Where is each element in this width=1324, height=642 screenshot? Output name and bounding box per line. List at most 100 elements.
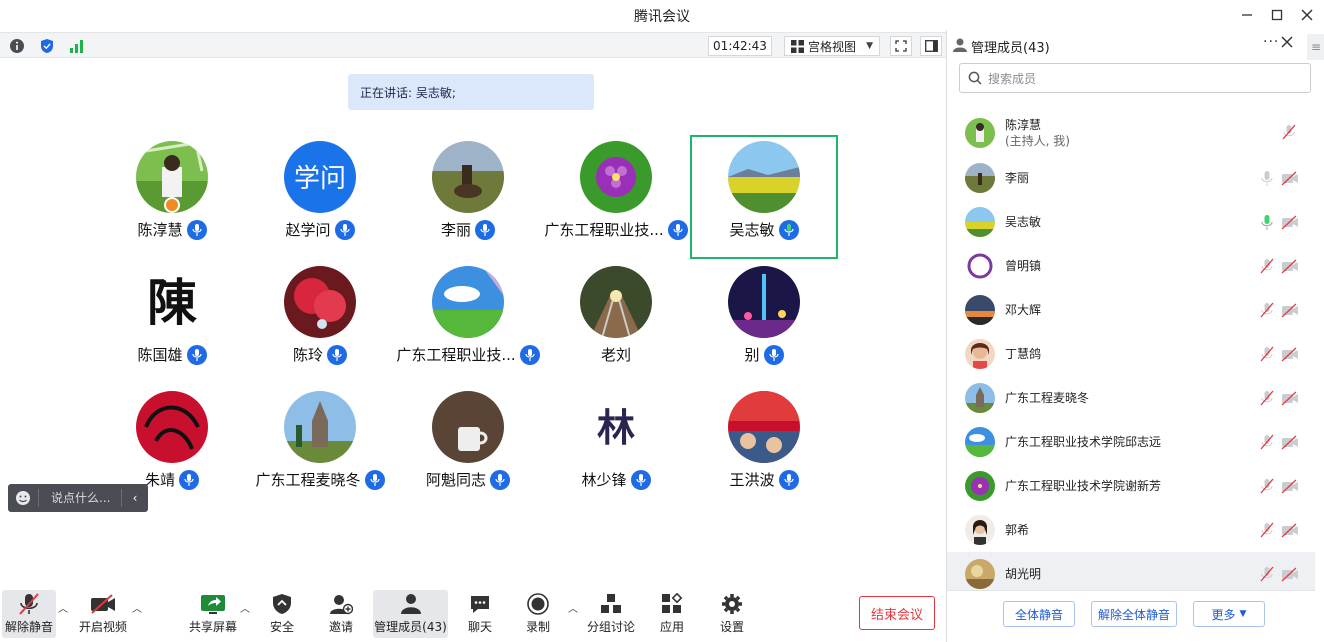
shield-icon[interactable] (38, 37, 56, 55)
invite-button[interactable]: 邀请 (320, 590, 362, 638)
share-screen-icon (200, 590, 226, 618)
apps-button[interactable]: 应用 (652, 590, 692, 638)
settings-button[interactable]: 设置 (712, 590, 752, 638)
camera-off-icon[interactable] (1281, 478, 1299, 494)
mic-muted-icon[interactable] (1281, 124, 1297, 140)
mic-muted-icon[interactable] (1259, 302, 1275, 318)
record-button[interactable]: 录制 (518, 590, 558, 638)
participant-name: 陈国雄 (137, 346, 183, 364)
participant-tile[interactable]: 广东工程职业技... (394, 260, 542, 384)
participant-tile[interactable]: 林 林少锋 (542, 385, 690, 509)
participant-tile-active-speaker[interactable]: 吴志敏 (690, 135, 838, 259)
mic-muted-icon[interactable] (1259, 434, 1275, 450)
camera-off-icon[interactable] (1281, 522, 1299, 538)
member-row[interactable]: 郭希 (947, 508, 1315, 552)
camera-off-icon[interactable] (1281, 390, 1299, 406)
info-icon[interactable] (8, 37, 26, 55)
mic-muted-icon[interactable] (1259, 390, 1275, 406)
close-panel-icon[interactable] (1281, 36, 1293, 52)
member-row[interactable]: 吴志敏 (947, 200, 1315, 244)
mic-on-icon (475, 219, 495, 240)
participant-tile[interactable]: 王洪波 (690, 385, 838, 509)
more-options-icon[interactable]: ··· (1263, 34, 1279, 50)
chevron-up-icon[interactable]: ︿ (58, 600, 68, 615)
search-placeholder: 搜索成员 (988, 71, 1037, 86)
quick-chat-input[interactable]: 说点什么... ‹ (8, 484, 148, 512)
chat-placeholder[interactable]: 说点什么... (38, 489, 122, 507)
signal-icon[interactable] (68, 37, 86, 55)
share-screen-button[interactable]: 共享屏幕 (186, 590, 240, 638)
participant-tile[interactable]: 陳 陈国雄 (98, 260, 246, 384)
participant-tile[interactable]: 李丽 (394, 135, 542, 259)
member-row[interactable]: 陈淳慧 (主持人, 我) (947, 110, 1315, 156)
member-row[interactable]: 广东工程麦晓冬 (947, 376, 1315, 420)
member-row[interactable]: 广东工程职业技术学院谢新芳 (947, 464, 1315, 508)
end-meeting-button[interactable]: 结束会议 (859, 596, 935, 630)
member-list: 陈淳慧 (主持人, 我) 李丽 吴志敏 曾明镇 邓大辉 丁慧鸽 广东工程麦晓冬 … (947, 110, 1315, 596)
camera-off-icon[interactable] (1281, 170, 1299, 186)
member-row[interactable]: 广东工程职业技术学院邱志远 (947, 420, 1315, 464)
participant-tile[interactable]: 广东工程麦晓冬 (246, 385, 394, 509)
participant-name: 林少锋 (581, 471, 627, 489)
participant-tile[interactable]: 学问 赵学问 (246, 135, 394, 259)
participant-tile[interactable]: 陈淳慧 (98, 135, 246, 259)
avatar (965, 251, 995, 281)
members-icon (953, 38, 967, 52)
member-name: 广东工程职业技术学院邱志远 (1005, 435, 1162, 449)
more-button[interactable]: 更多 ▼ (1193, 601, 1265, 627)
menu-icon[interactable]: ≡ (1307, 34, 1324, 60)
member-row[interactable]: 丁慧鸽 (947, 332, 1315, 376)
member-search-input[interactable]: 搜索成员 (959, 63, 1311, 93)
camera-off-icon[interactable] (1281, 346, 1299, 362)
chevron-up-icon[interactable]: ︿ (132, 600, 142, 615)
member-name: 丁慧鸽 (1005, 347, 1042, 361)
mic-muted-icon[interactable] (1259, 258, 1275, 274)
breakout-button[interactable]: 分组讨论 (586, 590, 636, 638)
participant-tile[interactable]: 广东工程职业技... (542, 135, 690, 259)
mic-on-icon (519, 344, 540, 365)
chat-button[interactable]: 聊天 (460, 590, 500, 638)
chevron-up-icon[interactable]: ︿ (568, 600, 578, 615)
mute-all-button[interactable]: 全体静音 (1003, 601, 1075, 627)
manage-members-button[interactable]: 管理成员(43) (373, 590, 448, 638)
member-row[interactable]: 李丽 (947, 156, 1315, 200)
record-label: 录制 (525, 620, 550, 634)
mic-muted-icon[interactable] (1259, 566, 1275, 582)
camera-off-icon (90, 590, 116, 618)
security-button[interactable]: 安全 (262, 590, 302, 638)
member-name: 陈淳慧 (1005, 118, 1042, 132)
participant-tile[interactable]: 阿魁同志 (394, 385, 542, 509)
mic-on-icon (186, 219, 207, 240)
sidebar-toggle-button[interactable] (920, 36, 942, 56)
mic-idle-icon[interactable] (1259, 170, 1275, 186)
camera-off-icon[interactable] (1281, 214, 1299, 230)
fullscreen-button[interactable] (890, 36, 912, 56)
chevron-up-icon[interactable]: ︿ (240, 600, 250, 615)
close-icon[interactable] (1296, 4, 1318, 26)
chevron-left-icon[interactable]: ‹ (122, 491, 148, 505)
camera-off-icon[interactable] (1281, 434, 1299, 450)
minimize-icon[interactable] (1236, 4, 1258, 26)
participant-tile[interactable]: 别 (690, 260, 838, 384)
mic-muted-icon[interactable] (1259, 522, 1275, 538)
unmute-button[interactable]: 解除静音 (2, 590, 56, 638)
mic-speaking-icon[interactable] (1259, 214, 1275, 230)
member-row[interactable]: 邓大辉 (947, 288, 1315, 332)
camera-off-icon[interactable] (1281, 566, 1299, 582)
unmute-all-button[interactable]: 解除全体静音 (1091, 601, 1177, 627)
participant-tile[interactable]: 老刘 (542, 260, 690, 384)
mic-muted-icon[interactable] (1259, 346, 1275, 362)
participant-tile[interactable]: 陈玲 (246, 260, 394, 384)
avatar (728, 391, 800, 463)
camera-off-icon[interactable] (1281, 258, 1299, 274)
camera-off-icon[interactable] (1281, 302, 1299, 318)
start-video-button[interactable]: 开启视频 (76, 590, 130, 638)
maximize-icon[interactable] (1266, 4, 1288, 26)
avatar (728, 266, 800, 338)
member-row[interactable]: 曾明镇 (947, 244, 1315, 288)
emoji-icon[interactable] (8, 490, 38, 506)
mic-muted-icon[interactable] (1259, 478, 1275, 494)
avatar (965, 207, 995, 237)
chat-label: 聊天 (467, 620, 492, 634)
view-selector[interactable]: 宫格视图 ▼ (784, 36, 880, 56)
